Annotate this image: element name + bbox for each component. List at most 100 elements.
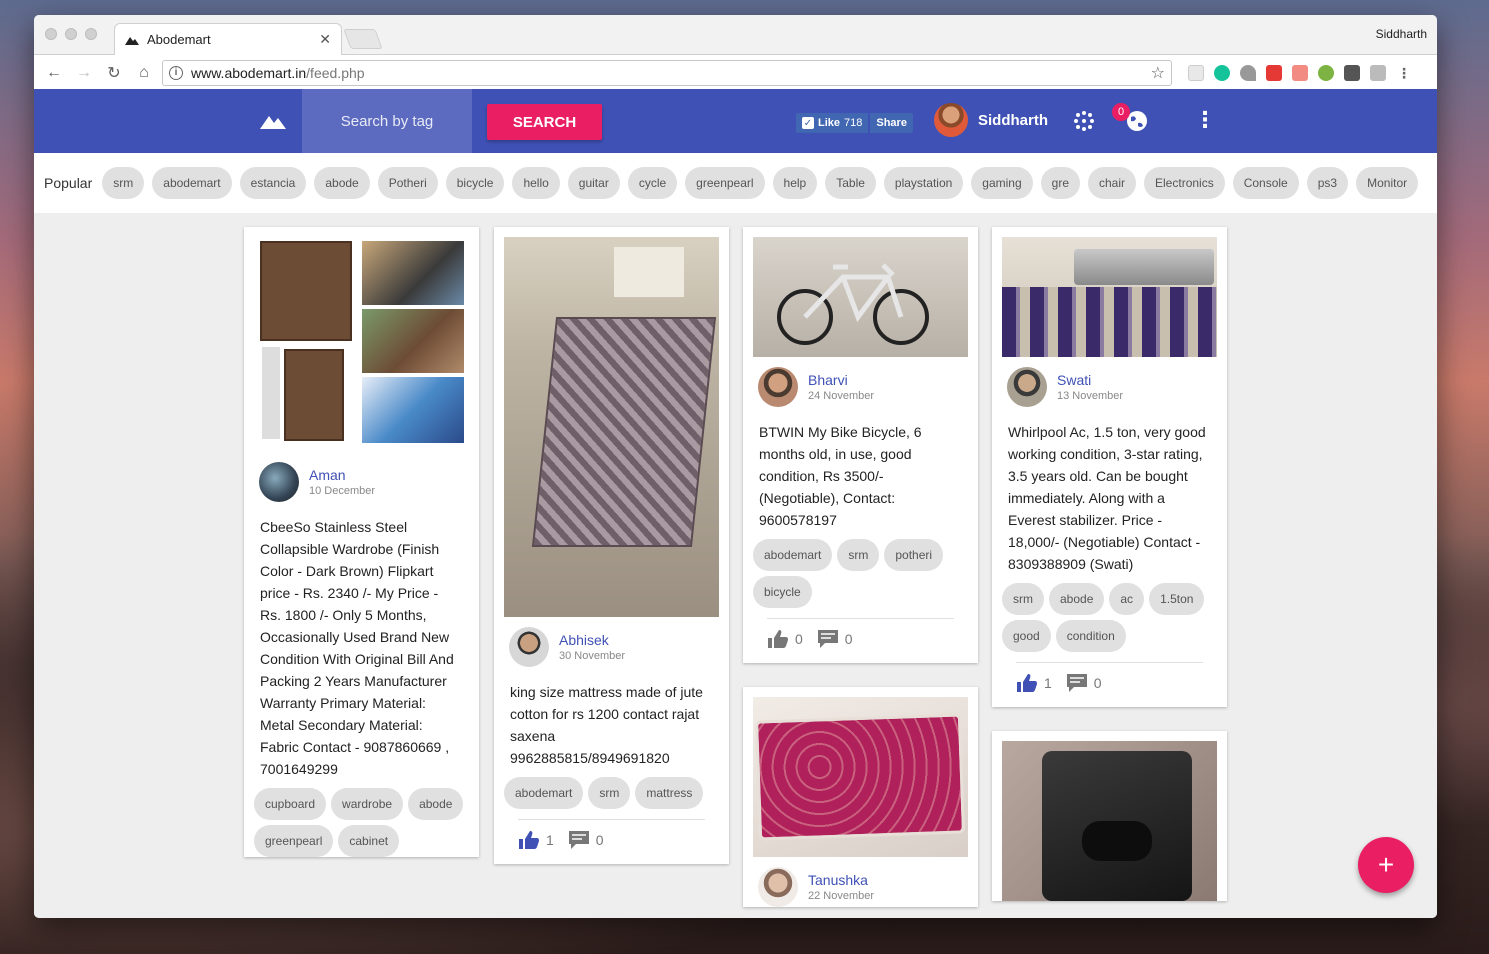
popular-tag[interactable]: ps3 xyxy=(1306,167,1349,199)
post-author[interactable]: Aman 10 December xyxy=(259,462,469,502)
minimize-window-button[interactable] xyxy=(65,28,77,40)
bicycle-photo-icon xyxy=(777,263,929,345)
facebook-like-button[interactable]: ✓ Like 718 xyxy=(796,113,869,133)
popular-tag[interactable]: Monitor xyxy=(1356,167,1419,199)
thumbs-up-icon[interactable] xyxy=(767,629,789,649)
thumbs-up-icon[interactable] xyxy=(518,830,540,850)
search-button[interactable]: SEARCH xyxy=(487,104,602,140)
search-input[interactable]: Search by tag xyxy=(302,89,472,153)
back-icon[interactable]: ← xyxy=(42,61,66,85)
home-icon[interactable]: ⌂ xyxy=(132,61,156,85)
post-image[interactable] xyxy=(254,237,469,452)
post-tag[interactable]: cupboard xyxy=(254,788,327,820)
post-card[interactable]: Abhisek 30 November king size mattress m… xyxy=(494,227,729,864)
post-card[interactable]: Aman 10 December CbeeSo Stainless Steel … xyxy=(244,227,479,857)
extension-wave-icon[interactable] xyxy=(1292,64,1308,81)
popular-tag[interactable]: help xyxy=(772,167,818,199)
post-author[interactable]: Tanushka 22 November xyxy=(758,867,968,907)
post-tag[interactable]: srm xyxy=(1002,583,1044,615)
popular-tag[interactable]: gaming xyxy=(971,167,1033,199)
popular-tag[interactable]: chair xyxy=(1088,167,1137,199)
comment-icon[interactable] xyxy=(817,629,839,649)
grammarly-icon[interactable] xyxy=(1214,64,1230,81)
post-tag[interactable]: greenpearl xyxy=(254,825,334,857)
author-name[interactable]: Tanushka xyxy=(808,872,874,888)
post-tag[interactable]: mattress xyxy=(635,777,704,809)
extension-cast-icon[interactable] xyxy=(1370,64,1386,81)
post-tag[interactable]: ac xyxy=(1109,583,1145,615)
address-bar[interactable]: i www.abodemart.in/feed.php ☆ xyxy=(162,59,1172,86)
post-tag[interactable]: bicycle xyxy=(753,576,812,608)
extension-grid-icon[interactable] xyxy=(1188,64,1204,81)
browser-menu-icon[interactable]: ⋮ xyxy=(1396,65,1412,81)
post-image[interactable] xyxy=(504,237,719,617)
abodemart-logo-icon[interactable] xyxy=(260,113,286,129)
browser-tab[interactable]: Abodemart ✕ xyxy=(114,23,342,55)
avatar xyxy=(1007,367,1047,407)
browser-profile-name[interactable]: Siddharth xyxy=(1376,27,1427,41)
popular-tag[interactable]: Potheri xyxy=(377,167,438,199)
author-name[interactable]: Swati xyxy=(1057,372,1123,388)
post-author[interactable]: Bharvi 24 November xyxy=(758,367,968,407)
info-icon[interactable]: i xyxy=(169,65,183,80)
forward-icon[interactable]: → xyxy=(72,61,96,85)
post-card[interactable]: Tanushka 22 November xyxy=(743,687,978,907)
popular-tag[interactable]: estancia xyxy=(239,167,307,199)
bookmark-star-icon[interactable]: ☆ xyxy=(1151,63,1165,83)
popular-tag[interactable]: gre xyxy=(1040,167,1080,199)
popular-tag[interactable]: Console xyxy=(1232,167,1299,199)
add-post-button[interactable]: + xyxy=(1358,837,1414,893)
post-tag[interactable]: abodemart xyxy=(753,539,833,571)
new-tab-button[interactable] xyxy=(343,29,383,49)
post-tag[interactable]: condition xyxy=(1055,620,1126,652)
maximize-window-button[interactable] xyxy=(85,28,97,40)
facebook-share-button[interactable]: Share xyxy=(870,113,913,133)
post-card[interactable]: Swati 13 November Whirlpool Ac, 1.5 ton,… xyxy=(992,227,1227,707)
more-vert-icon[interactable]: ⋮ xyxy=(1194,107,1216,133)
post-tag[interactable]: cabinet xyxy=(338,825,400,857)
comment-icon[interactable] xyxy=(1066,673,1088,693)
popular-tag[interactable]: abode xyxy=(314,167,370,199)
post-tag[interactable]: abode xyxy=(1049,583,1105,615)
post-image[interactable] xyxy=(1002,237,1217,357)
post-card[interactable] xyxy=(992,731,1227,901)
thumbs-up-icon[interactable] xyxy=(1016,673,1038,693)
extension-green-icon[interactable] xyxy=(1318,64,1334,81)
post-image[interactable] xyxy=(1002,741,1217,901)
post-author[interactable]: Abhisek 30 November xyxy=(509,627,719,667)
close-tab-icon[interactable]: ✕ xyxy=(319,31,331,48)
popular-tag[interactable]: Table xyxy=(825,167,876,199)
reload-icon[interactable]: ↻ xyxy=(102,61,126,85)
post-tag[interactable]: good xyxy=(1002,620,1051,652)
close-window-button[interactable] xyxy=(45,28,57,40)
popular-tag[interactable]: cycle xyxy=(627,167,678,199)
post-author[interactable]: Swati 13 November xyxy=(1007,367,1217,407)
apps-dots-icon[interactable] xyxy=(1074,111,1094,131)
popular-tag[interactable]: bicycle xyxy=(445,167,505,199)
extension-film-icon[interactable] xyxy=(1344,64,1360,81)
post-tag[interactable]: srm xyxy=(588,777,631,809)
extension-leaf-icon[interactable] xyxy=(1240,64,1256,81)
popular-tag[interactable]: srm xyxy=(102,167,145,199)
post-image[interactable] xyxy=(753,697,968,857)
user-profile[interactable]: Siddharth xyxy=(934,103,1048,137)
post-tag[interactable]: abode xyxy=(408,788,464,820)
author-name[interactable]: Aman xyxy=(309,467,375,483)
post-tag[interactable]: potheri xyxy=(884,539,944,571)
post-tag[interactable]: srm xyxy=(837,539,880,571)
popular-tag[interactable]: playstation xyxy=(883,167,964,199)
extension-red-icon[interactable] xyxy=(1266,64,1282,81)
comment-icon[interactable] xyxy=(568,830,590,850)
popular-tag[interactable]: Electronics xyxy=(1144,167,1225,199)
post-tag[interactable]: 1.5ton xyxy=(1149,583,1205,615)
popular-tag[interactable]: greenpearl xyxy=(685,167,765,199)
popular-tag[interactable]: abodemart xyxy=(152,167,232,199)
post-tag[interactable]: wardrobe xyxy=(331,788,404,820)
post-card[interactable]: Bharvi 24 November BTWIN My Bike Bicycle… xyxy=(743,227,978,663)
post-image[interactable] xyxy=(753,237,968,357)
popular-tag[interactable]: guitar xyxy=(567,167,620,199)
popular-tag[interactable]: hello xyxy=(512,167,560,199)
post-tag[interactable]: abodemart xyxy=(504,777,584,809)
author-name[interactable]: Abhisek xyxy=(559,632,625,648)
author-name[interactable]: Bharvi xyxy=(808,372,874,388)
